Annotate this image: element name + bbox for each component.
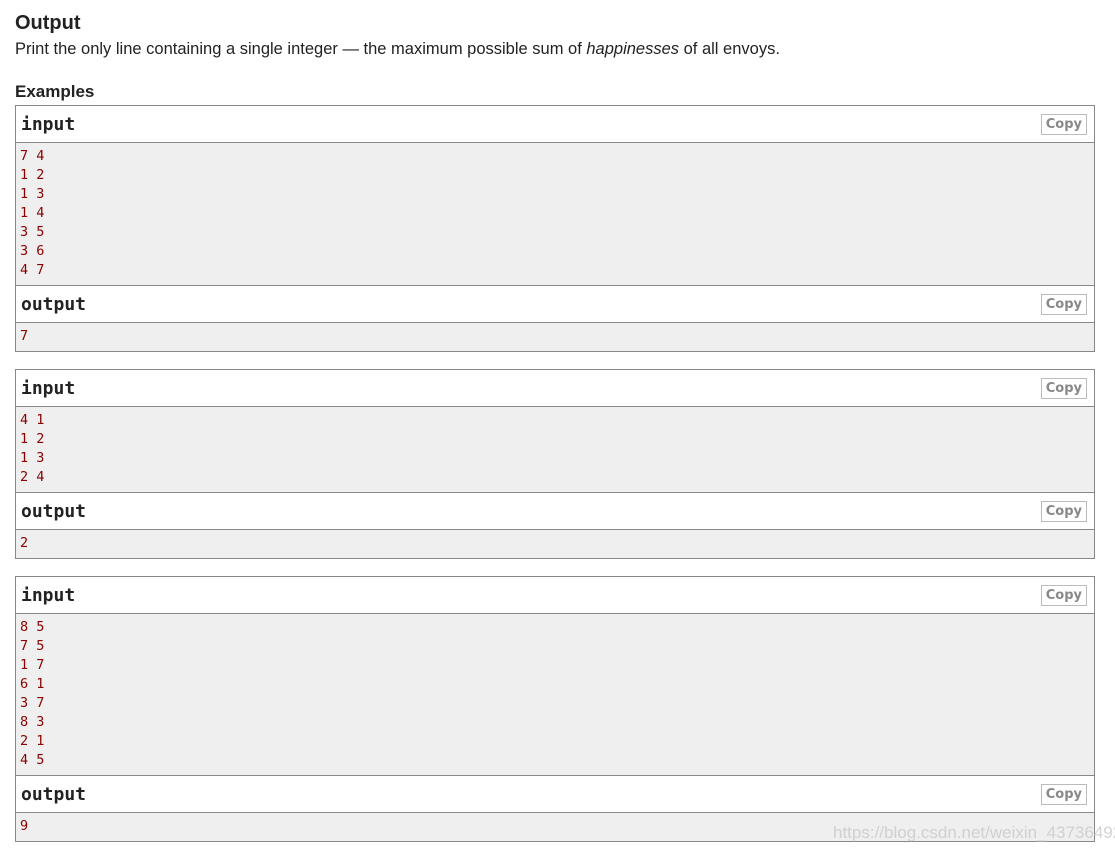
copy-button[interactable]: Copy bbox=[1040, 501, 1087, 522]
copy-button[interactable]: Copy bbox=[1040, 585, 1087, 606]
output-header: output Copy bbox=[16, 493, 1094, 530]
input-header: input Copy bbox=[16, 370, 1094, 407]
input-label: input bbox=[21, 585, 76, 606]
line: 1 4 bbox=[20, 205, 45, 221]
input-content[interactable]: 7 4 1 2 1 3 1 4 3 5 3 6 4 7 bbox=[16, 143, 1094, 286]
input-header: input Copy bbox=[16, 577, 1094, 614]
copy-button[interactable]: Copy bbox=[1040, 294, 1087, 315]
output-label: output bbox=[21, 294, 87, 315]
line: 7 bbox=[20, 328, 29, 344]
input-content[interactable]: 8 5 7 5 1 7 6 1 3 7 8 3 2 1 4 5 bbox=[16, 614, 1094, 776]
examples-title: Examples bbox=[15, 82, 95, 101]
line: 2 bbox=[20, 535, 29, 551]
output-content[interactable]: 2 bbox=[16, 530, 1094, 558]
line: 1 7 bbox=[20, 657, 45, 673]
text-part: of all envoys. bbox=[679, 40, 780, 58]
line: 4 7 bbox=[20, 262, 45, 278]
section-title: Output bbox=[15, 12, 81, 34]
input-label: input bbox=[21, 114, 76, 135]
line: 1 2 bbox=[20, 431, 45, 447]
output-label: output bbox=[21, 501, 87, 522]
line: 7 4 bbox=[20, 148, 45, 164]
copy-button[interactable]: Copy bbox=[1040, 784, 1087, 805]
input-header: input Copy bbox=[16, 106, 1094, 143]
output-label: output bbox=[21, 784, 87, 805]
line: 2 4 bbox=[20, 469, 45, 485]
line: 2 1 bbox=[20, 733, 45, 749]
line: 8 3 bbox=[20, 714, 45, 730]
line: 3 7 bbox=[20, 695, 45, 711]
line: 6 1 bbox=[20, 676, 45, 692]
italic-term: happinesses bbox=[586, 40, 680, 58]
copy-button[interactable]: Copy bbox=[1040, 114, 1087, 135]
line: 7 5 bbox=[20, 638, 45, 654]
line: 8 5 bbox=[20, 619, 45, 635]
example: input Copy 8 5 7 5 1 7 6 1 3 7 8 3 2 1 4 5 output C… bbox=[15, 576, 1095, 842]
output-header: output Copy bbox=[16, 286, 1094, 323]
output-content[interactable]: 7 bbox=[16, 323, 1094, 351]
example: input Copy 4 1 1 2 1 3 2 4 output Copy 2 bbox=[15, 369, 1095, 559]
line: 1 3 bbox=[20, 186, 45, 202]
line: 3 5 bbox=[20, 224, 45, 240]
text-part: Print the only line containing a single … bbox=[15, 40, 587, 58]
line: 3 6 bbox=[20, 243, 45, 259]
example: input Copy 7 4 1 2 1 3 1 4 3 5 3 6 4 7 output Copy… bbox=[15, 105, 1095, 352]
watermark: https://blog.csdn.net/weixin_43736492 bbox=[833, 823, 1115, 842]
output-header: output Copy bbox=[16, 776, 1094, 813]
input-content[interactable]: 4 1 1 2 1 3 2 4 bbox=[16, 407, 1094, 493]
line: 1 2 bbox=[20, 167, 45, 183]
section-text: Print the only line containing a single … bbox=[15, 40, 780, 59]
line: 1 3 bbox=[20, 450, 45, 466]
line: 4 5 bbox=[20, 752, 45, 768]
examples-list: input Copy 7 4 1 2 1 3 1 4 3 5 3 6 4 7 output Copy… bbox=[15, 105, 1095, 859]
input-label: input bbox=[21, 378, 76, 399]
line: 4 1 bbox=[20, 412, 45, 428]
copy-button[interactable]: Copy bbox=[1040, 378, 1087, 399]
